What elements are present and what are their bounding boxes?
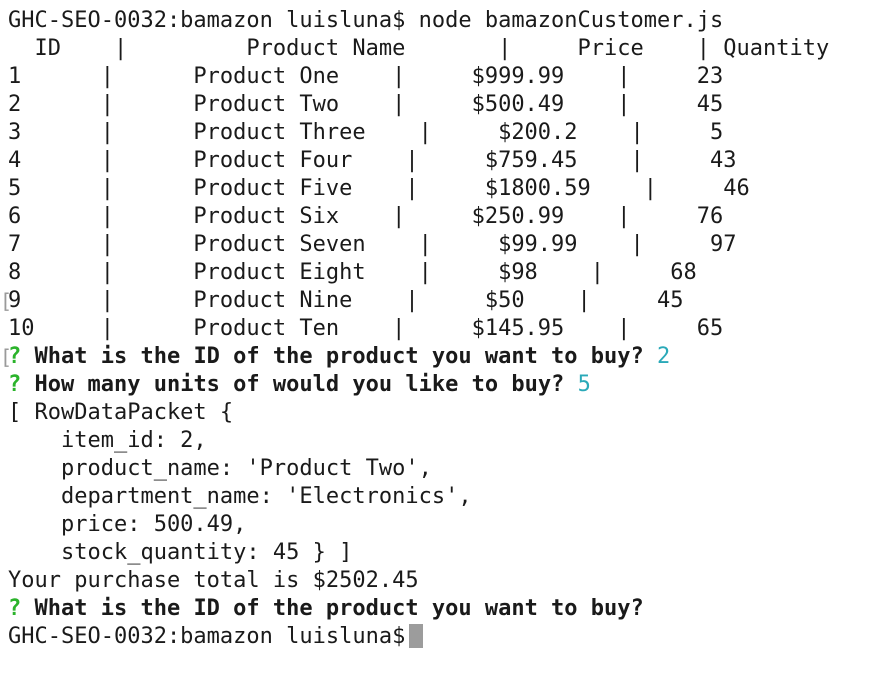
table-row: 4 | Product Four | $759.45 | 43 <box>8 148 737 173</box>
prompt-line-units: ? How many units of would you like to bu… <box>8 371 591 399</box>
result-line: department_name: 'Electronics', <box>8 484 472 509</box>
table-row: 8 | Product Eight | $98 | 68 <box>8 260 697 285</box>
result-line: product_name: 'Product Two', <box>8 456 432 481</box>
shell-prompt-line[interactable]: GHC-SEO-0032:bamazon luisluna$ <box>8 623 424 651</box>
result-line: stock_quantity: 45 } ] <box>8 540 353 565</box>
cursor-icon <box>409 624 424 648</box>
shell-prompt: GHC-SEO-0032:bamazon luisluna$ <box>8 624 406 649</box>
prompt-question: What is the ID of the product you want t… <box>34 344 644 369</box>
table-row: 7 | Product Seven | $99.99 | 97 <box>8 232 737 257</box>
purchase-total: Your purchase total is $2502.45 <box>8 568 419 593</box>
prompt-line-id: ? What is the ID of the product you want… <box>8 343 670 371</box>
question-mark-icon: ? <box>8 372 22 397</box>
table-row: 9 | Product Nine | $50 | 45 <box>8 288 684 313</box>
table-header: ID | Product Name | Price | Quantity <box>8 36 830 61</box>
result-line: [ RowDataPacket { <box>8 400 234 425</box>
table-row: 5 | Product Five | $1800.59 | 46 <box>8 176 750 201</box>
prompt-question: What is the ID of the product you want t… <box>34 596 644 621</box>
result-line: item_id: 2, <box>8 428 207 453</box>
question-mark-icon: ? <box>8 596 22 621</box>
table-row: 2 | Product Two | $500.49 | 45 <box>8 92 724 117</box>
table-row: 10 | Product Ten | $145.95 | 65 <box>8 316 724 341</box>
prompt-answer: 2 <box>657 344 671 369</box>
prompt-line-id-repeat: ? What is the ID of the product you want… <box>8 595 644 623</box>
result-line: price: 500.49, <box>8 512 247 537</box>
prompt-answer: 5 <box>577 372 591 397</box>
table-row: 3 | Product Three | $200.2 | 5 <box>8 120 724 145</box>
terminal-window[interactable]: GHC-SEO-0032:bamazon luisluna$ node bama… <box>0 0 886 686</box>
command-line: GHC-SEO-0032:bamazon luisluna$ node bama… <box>8 8 724 33</box>
question-mark-icon: ? <box>8 344 22 369</box>
table-row: 6 | Product Six | $250.99 | 76 <box>8 204 724 229</box>
prompt-question: How many units of would you like to buy? <box>34 372 565 397</box>
table-row: 1 | Product One | $999.99 | 23 <box>8 64 724 89</box>
